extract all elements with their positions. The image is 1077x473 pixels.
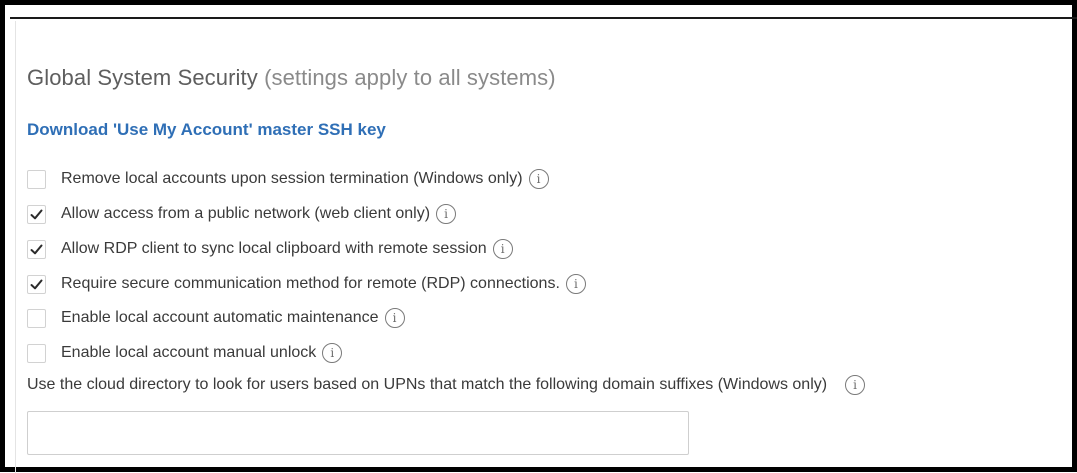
option-label: Allow access from a public network (web … [61, 205, 431, 222]
upn-suffix-row: Use the cloud directory to look for user… [27, 375, 866, 395]
info-icon[interactable]: i [384, 308, 405, 328]
checkbox-rdp-clipboard-sync[interactable] [27, 239, 46, 259]
option-label: Enable local account manual unlock [61, 344, 317, 361]
option-rdp-clipboard-sync: Allow RDP client to sync local clipboard… [27, 236, 513, 262]
info-icon[interactable]: i [845, 375, 866, 395]
checkbox-manual-unlock[interactable] [27, 343, 46, 363]
checkbox-auto-maintenance[interactable] [27, 308, 46, 328]
checkbox-allow-public-network[interactable] [27, 204, 46, 224]
section-title-text: Global System Security [27, 65, 258, 90]
info-icon[interactable]: i [528, 169, 549, 189]
option-remove-local-accounts: Remove local accounts upon session termi… [27, 166, 549, 192]
checkmark-icon [30, 279, 43, 289]
checkmark-icon [30, 209, 43, 219]
option-label: Allow RDP client to sync local clipboard… [61, 240, 487, 257]
left-divider [15, 21, 16, 473]
option-label: Remove local accounts upon session termi… [61, 170, 523, 187]
option-allow-public-network: Allow access from a public network (web … [27, 201, 457, 227]
option-manual-unlock: Enable local account manual unlock i [27, 340, 343, 366]
download-ssh-key-link[interactable]: Download 'Use My Account' master SSH key [27, 120, 386, 140]
upn-suffix-label: Use the cloud directory to look for user… [27, 376, 828, 393]
info-icon[interactable]: i [492, 239, 513, 259]
top-divider [10, 17, 1077, 19]
upn-suffix-input[interactable] [27, 411, 689, 455]
section-subtitle: (settings apply to all systems) [264, 65, 556, 90]
info-icon[interactable]: i [436, 204, 457, 224]
option-auto-maintenance: Enable local account automatic maintenan… [27, 305, 405, 331]
section-title: Global System Security (settings apply t… [27, 65, 556, 91]
checkbox-remove-local-accounts[interactable] [27, 169, 46, 189]
checkmark-icon [30, 244, 43, 254]
option-label: Enable local account automatic maintenan… [61, 309, 379, 326]
settings-panel: Global System Security (settings apply t… [0, 0, 1077, 473]
option-label: Require secure communication method for … [61, 275, 560, 292]
info-icon[interactable]: i [322, 343, 343, 363]
info-icon[interactable]: i [565, 274, 586, 294]
checkbox-require-secure-rdp[interactable] [27, 274, 46, 294]
option-require-secure-rdp: Require secure communication method for … [27, 271, 586, 297]
